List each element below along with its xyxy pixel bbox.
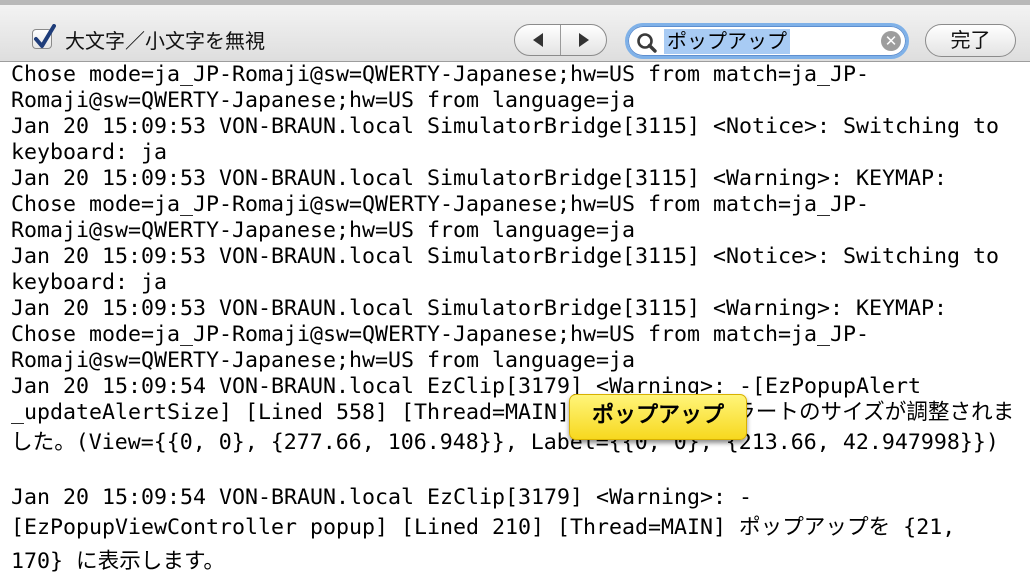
log-line: keyboard: ja <box>11 140 168 165</box>
find-navigation-segmented <box>514 24 607 56</box>
log-line: Chose mode=ja_JP-Romaji@sw=QWERTY-Japane… <box>11 322 870 347</box>
log-line: Jan 20 15:09:53 VON-BRAUN.local Simulato… <box>11 244 1000 269</box>
log-line: Jan 20 15:09:53 VON-BRAUN.local Simulato… <box>11 166 948 191</box>
checkmark-icon <box>34 24 56 48</box>
log-line: [EzPopupViewController popup] [Lined 210… <box>11 515 956 540</box>
log-line: Romaji@sw=QWERTY-Japanese;hw=US from lan… <box>11 218 636 243</box>
log-line: Chose mode=ja_JP-Romaji@sw=QWERTY-Japane… <box>11 62 870 87</box>
log-line: Jan 20 15:09:54 VON-BRAUN.local EzClip[3… <box>11 485 753 510</box>
magnifier-icon <box>637 33 657 53</box>
ignore-case-label: 大文字／小文字を無視 <box>65 28 265 53</box>
log-view: Chose mode=ja_JP-Romaji@sw=QWERTY-Japane… <box>11 62 1030 579</box>
next-match-button[interactable] <box>560 25 606 55</box>
log-line: keyboard: ja <box>11 270 168 295</box>
log-line: Chose mode=ja_JP-Romaji@sw=QWERTY-Japane… <box>11 192 870 217</box>
search-input[interactable]: ポップアップ <box>664 29 790 54</box>
triangle-right-icon <box>578 33 589 47</box>
ignore-case-checkbox[interactable] <box>32 24 56 49</box>
log-line: _updateAlertSize] [Lined 558] [Thread=MA… <box>11 400 1015 425</box>
triangle-left-icon <box>532 33 543 47</box>
find-bar: 大文字／小文字を無視 ポップアップ ✕ 完了 <box>0 0 1030 62</box>
log-line: Romaji@sw=QWERTY-Japanese;hw=US from lan… <box>11 88 636 113</box>
previous-match-button[interactable] <box>515 25 560 55</box>
search-field[interactable]: ポップアップ ✕ <box>625 23 909 59</box>
log-line: した。(View={{0, 0}, {277.66, 106.948}}, La… <box>11 430 999 455</box>
log-line: Jan 20 15:09:53 VON-BRAUN.local Simulato… <box>11 296 948 321</box>
find-match-highlight: ポップアップ <box>569 394 747 440</box>
log-line: Romaji@sw=QWERTY-Japanese;hw=US from lan… <box>11 348 636 373</box>
log-line: Jan 20 15:09:53 VON-BRAUN.local Simulato… <box>11 114 1000 139</box>
ignore-case-toggle[interactable]: 大文字／小文字を無視 <box>32 24 265 53</box>
done-button[interactable]: 完了 <box>925 24 1016 57</box>
log-line: 170} に表示します。 <box>11 549 225 574</box>
clear-x-icon[interactable]: ✕ <box>881 31 901 51</box>
log-blank-line <box>11 460 1030 485</box>
log-line: Jan 20 15:09:54 VON-BRAUN.local EzClip[3… <box>11 374 922 399</box>
